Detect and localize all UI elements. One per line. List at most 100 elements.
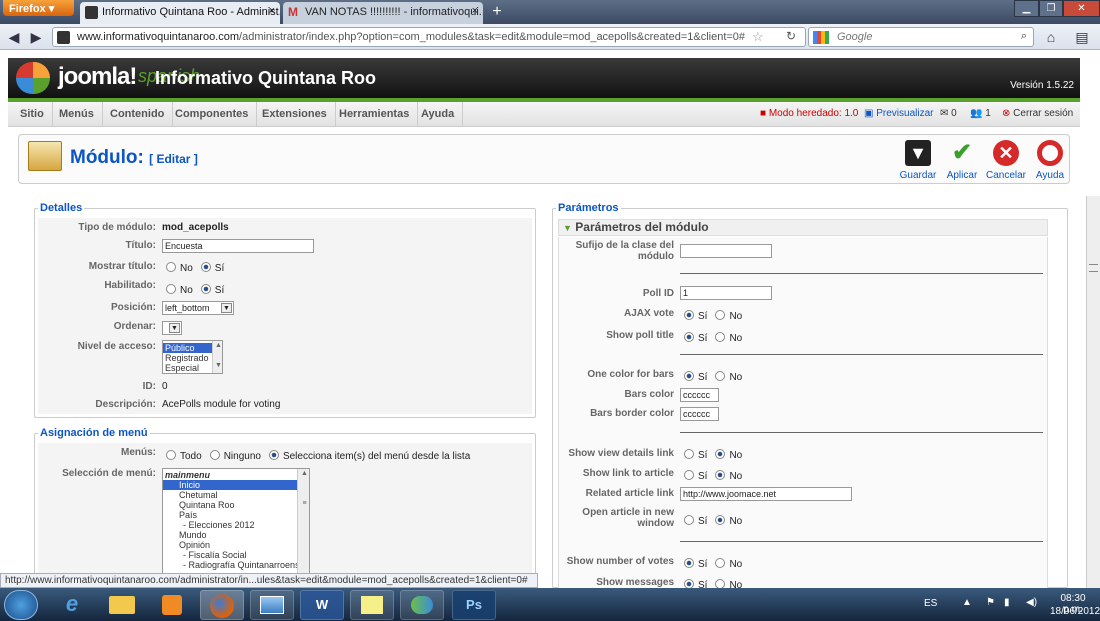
save-button[interactable]: ▼ Guardar: [896, 138, 940, 182]
menus-none-radio[interactable]: [209, 450, 220, 460]
photoshop-icon[interactable]: Ps: [452, 590, 496, 620]
menu-item-radiografia[interactable]: - Radiografía Quintanarroense: [163, 560, 309, 570]
ajax-no-radio[interactable]: [715, 310, 726, 320]
apply-button[interactable]: ✔ Aplicar: [940, 138, 984, 182]
one-color-yes-radio[interactable]: [684, 371, 694, 381]
minimize-button[interactable]: ▁: [1014, 0, 1039, 17]
class-suffix-input[interactable]: [680, 244, 772, 258]
action-center-icon[interactable]: ⚑: [986, 597, 995, 608]
back-icon[interactable]: ◀: [4, 27, 24, 47]
show-title-no-radio[interactable]: [166, 262, 176, 272]
messages-count[interactable]: ✉ 0: [940, 108, 957, 119]
show-title-yes-radio[interactable]: [200, 262, 211, 272]
close-icon[interactable]: ×: [472, 5, 478, 17]
menu-herramientas[interactable]: Herramientas: [331, 102, 419, 127]
messenger-icon[interactable]: [400, 590, 444, 620]
window-close-button[interactable]: ✕: [1063, 0, 1100, 17]
menu-item-opinion[interactable]: Opinión: [163, 540, 309, 550]
enabled-yes-radio[interactable]: [200, 284, 211, 294]
divider: [680, 273, 1043, 274]
link-article-no-radio[interactable]: [715, 470, 726, 480]
menus-select-radio[interactable]: [268, 450, 279, 460]
related-link-input[interactable]: http://www.joomace.net: [680, 487, 852, 501]
maximize-button[interactable]: ❐: [1039, 0, 1063, 17]
menu-item-pais[interactable]: País: [163, 510, 309, 520]
image-viewer-icon[interactable]: [250, 590, 294, 620]
menus-all-radio[interactable]: [166, 450, 176, 460]
poll-title-yes-radio[interactable]: [684, 332, 694, 342]
reload-icon[interactable]: ↻: [786, 29, 796, 43]
new-tab-button[interactable]: +: [486, 3, 508, 23]
scrollbar[interactable]: ▲ ▼: [212, 341, 222, 373]
one-color-no-radio[interactable]: [715, 371, 726, 381]
access-level-label: Nivel de acceso:: [77, 341, 156, 352]
tab-title: Informativo Quintana Roo - Administ...: [102, 6, 280, 18]
internet-explorer-icon[interactable]: e: [50, 590, 94, 620]
menu-ayuda[interactable]: Ayuda: [413, 102, 464, 127]
logout-link[interactable]: ⊗ Cerrar sesión: [1002, 108, 1073, 119]
poll-title-no-radio[interactable]: [715, 332, 726, 342]
explorer-folder-icon[interactable]: [100, 590, 144, 620]
poll-id-input[interactable]: 1: [680, 286, 772, 300]
home-icon[interactable]: ⌂: [1041, 27, 1061, 47]
start-button[interactable]: [4, 590, 38, 620]
forward-icon[interactable]: ▶: [26, 27, 46, 47]
volume-icon[interactable]: ◀): [1026, 597, 1037, 608]
position-select[interactable]: left_bottom ▼: [162, 301, 234, 315]
menu-item-chetumal[interactable]: Chetumal: [163, 490, 309, 500]
open-new-yes-radio[interactable]: [684, 515, 694, 525]
enabled-no-radio[interactable]: [166, 284, 176, 294]
view-details-yes-radio[interactable]: [684, 449, 694, 459]
menu-sitio[interactable]: Sitio: [12, 102, 53, 127]
params-section-title[interactable]: ▼ Parámetros del módulo: [563, 220, 709, 234]
menu-componentes[interactable]: Componentes: [167, 102, 258, 127]
search-placeholder: Google: [837, 31, 873, 43]
menu-item-elecciones[interactable]: - Elecciones 2012: [163, 520, 309, 530]
ajax-yes-radio[interactable]: [684, 310, 694, 320]
bars-color-input[interactable]: cccccc: [680, 388, 719, 402]
scrollbar[interactable]: ▲ ≡: [297, 469, 309, 573]
language-indicator[interactable]: ES: [924, 598, 937, 609]
open-new-no-radio[interactable]: [715, 515, 726, 525]
save-icon: ▼: [905, 140, 931, 166]
access-level-list[interactable]: Público Registrado Especial ▲ ▼: [162, 340, 223, 374]
media-player-icon[interactable]: [150, 590, 194, 620]
search-icon[interactable]: ⌕: [1021, 30, 1027, 43]
menu-contenido[interactable]: Contenido: [102, 102, 174, 127]
scrollbar-grip[interactable]: [1089, 264, 1098, 272]
num-votes-no-radio[interactable]: [715, 558, 726, 568]
network-icon[interactable]: ▮: [1004, 597, 1010, 608]
preview-link[interactable]: ▣ Previsualizar: [864, 108, 933, 119]
help-button[interactable]: Ayuda: [1028, 138, 1072, 182]
page-scrollbar[interactable]: [1086, 196, 1100, 588]
sticky-notes-icon[interactable]: [350, 590, 394, 620]
tray-arrow-icon[interactable]: ▲: [962, 597, 972, 608]
module-icon: [28, 141, 62, 171]
title-input[interactable]: Encuesta: [162, 239, 314, 253]
link-article-yes-radio[interactable]: [684, 470, 694, 480]
clock-date[interactable]: 18/06/2012: [1050, 606, 1100, 617]
word-icon[interactable]: W: [300, 590, 344, 620]
view-details-no-radio[interactable]: [715, 449, 726, 459]
menu-item-quintana-roo[interactable]: Quintana Roo: [163, 500, 309, 510]
menu-item-fiscalia[interactable]: - Fiscalía Social: [163, 550, 309, 560]
bookmarks-icon[interactable]: ▤: [1072, 27, 1092, 47]
order-select[interactable]: ▼: [162, 321, 182, 335]
menu-selection-list[interactable]: mainmenu Inicio Chetumal Quintana Roo Pa…: [162, 468, 310, 574]
firefox-menu-button[interactable]: Firefox ▾: [3, 0, 74, 16]
menu-item-mundo[interactable]: Mundo: [163, 530, 309, 540]
checkmark-icon: ✔: [951, 139, 973, 166]
menu-item-inicio[interactable]: Inicio: [163, 480, 309, 490]
cancel-button[interactable]: ✕ Cancelar: [984, 138, 1028, 182]
menu-extensiones[interactable]: Extensiones: [254, 102, 336, 127]
bars-border-color-input[interactable]: cccccc: [680, 407, 719, 421]
tab-van-notas[interactable]: M VAN NOTAS !!!!!!!!!! - informativoqui.…: [283, 2, 483, 24]
bookmark-star-icon[interactable]: ☆: [752, 29, 764, 45]
firefox-taskbar-icon[interactable]: [200, 590, 244, 620]
search-input[interactable]: Google ⌕: [808, 27, 1034, 47]
menu-menus[interactable]: Menús: [51, 102, 103, 127]
num-votes-yes-radio[interactable]: [684, 558, 694, 568]
close-icon[interactable]: ×: [269, 5, 275, 17]
tab-informativo-admin[interactable]: Informativo Quintana Roo - Administ... ×: [80, 2, 280, 24]
url-bar[interactable]: www.informativoquintanaroo.com/administr…: [52, 27, 806, 47]
